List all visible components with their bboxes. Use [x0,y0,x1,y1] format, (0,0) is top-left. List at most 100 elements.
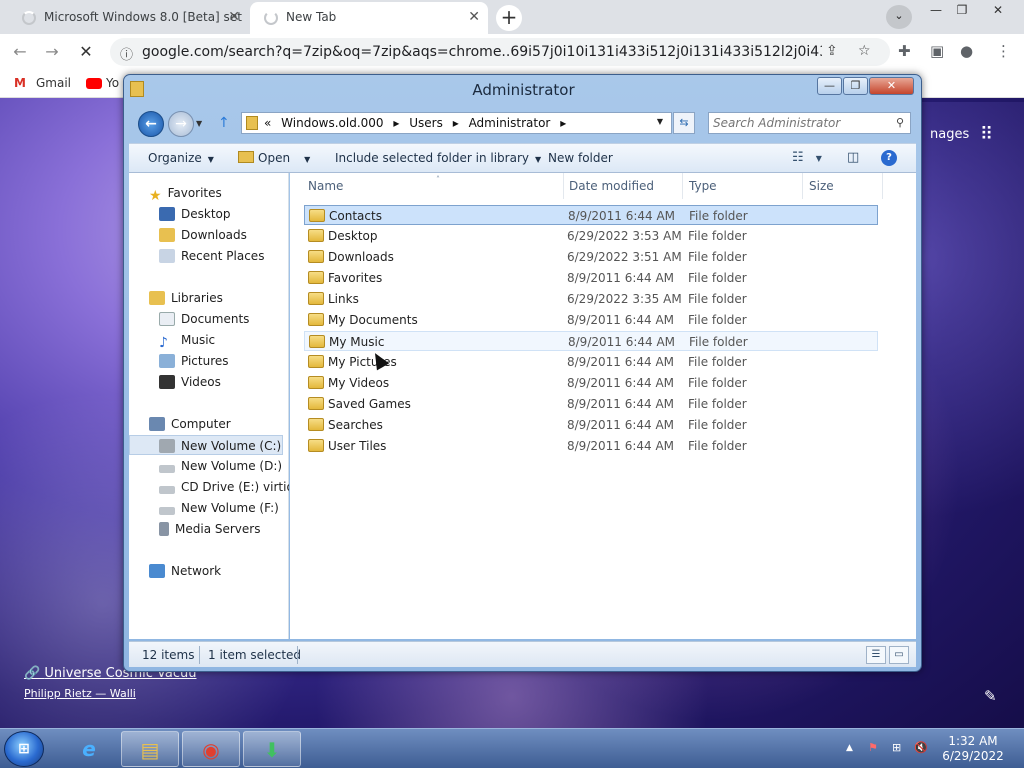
stop-icon[interactable]: ✕ [74,40,98,64]
nav-music[interactable]: ♪ Music [129,330,289,350]
include-in-library-button[interactable]: Include selected folder in library ▼ [335,151,541,165]
column-header-size[interactable]: Size [803,173,883,199]
menu-icon[interactable]: ⋮ [996,42,1011,60]
profile-icon[interactable]: ● [960,42,973,60]
nav-computer[interactable]: Computer [129,414,289,434]
images-link[interactable]: nages [930,127,969,142]
maximize-button[interactable]: ❐ [843,77,868,95]
search-box[interactable]: ⚲ [708,112,911,134]
file-row[interactable]: Favorites 8/9/2011 6:44 AM File folder [304,268,878,288]
nav-recent-places[interactable]: Recent Places [129,246,289,266]
file-row[interactable]: My Pictures 8/9/2011 6:44 AM File folder [304,352,878,372]
back-button[interactable]: ← [138,111,164,137]
history-dropdown-icon[interactable]: ▼ [196,119,202,128]
show-hidden-icons-button[interactable]: ▲ [846,743,853,753]
bookmark-youtube[interactable]: Yo [86,76,119,90]
new-tab-button[interactable]: + [496,5,522,31]
nav-network[interactable]: Network [129,561,289,581]
file-row[interactable]: Saved Games 8/9/2011 6:44 AM File folder [304,394,878,414]
nav-videos[interactable]: Videos [129,372,289,392]
breadcrumb-item[interactable]: Administrator [469,116,551,130]
new-folder-button[interactable]: New folder [548,151,613,165]
maximize-icon[interactable]: ❐ [947,0,977,22]
address-dropdown-icon[interactable]: ▼ [657,117,663,126]
column-header-type[interactable]: Type [683,173,803,199]
file-row[interactable]: My Videos 8/9/2011 6:44 AM File folder [304,373,878,393]
nav-drive-e[interactable]: CD Drive (E:) virtio-w [129,477,289,497]
forward-button[interactable]: → [168,111,194,137]
info-icon[interactable]: ⓘ [120,44,133,63]
folder-icon [308,397,324,410]
column-header-date[interactable]: Date modified [563,173,683,199]
nav-downloads[interactable]: Downloads [129,225,289,245]
organize-button[interactable]: Organize ▼ [148,151,214,165]
sidepanel-icon[interactable]: ▣ [930,42,944,60]
file-row[interactable]: Downloads 6/29/2022 3:51 AM File folder [304,247,878,267]
chrome-icon[interactable]: ◉ [182,731,240,767]
view-options-icon[interactable]: ☷ ▼ [792,150,822,165]
refresh-icon[interactable]: ⇆ [673,112,695,134]
nav-drive-c[interactable]: New Volume (C:) [129,435,283,455]
share-icon[interactable]: ⇪ [826,43,838,59]
download-manager-icon[interactable]: ⬇ [243,731,301,767]
breadcrumb-separator[interactable]: ▸ [453,116,459,130]
network-tray-icon[interactable]: ⊞ [892,741,901,754]
file-row[interactable]: My Music 8/9/2011 6:44 AM File folder [304,331,878,351]
search-input[interactable] [713,115,883,131]
large-icons-view-icon[interactable]: ▭ [889,646,909,664]
column-header-name[interactable]: Name ˄ [302,173,564,199]
address-bar[interactable]: ⓘ google.com/search?q=7zip&oq=7zip&aqs=c… [110,38,890,66]
clock[interactable]: 1:32 AM 6/29/2022 [938,734,1008,764]
nav-desktop[interactable]: Desktop [129,204,289,224]
up-icon[interactable]: ↑ [218,115,230,131]
bookmark-gmail[interactable]: M Gmail [14,76,71,90]
breadcrumb-separator[interactable]: ▸ [560,116,566,130]
search-icon[interactable]: ⚲ [896,116,904,129]
file-row[interactable]: Searches 8/9/2011 6:44 AM File folder [304,415,878,435]
preview-pane-icon[interactable]: ◫ [847,150,859,165]
start-button[interactable]: ⊞ [4,731,44,767]
file-row[interactable]: My Documents 8/9/2011 6:44 AM File folder [304,310,878,330]
extensions-icon[interactable]: ✚ [898,42,911,60]
tab-search-button[interactable]: ⌄ [886,5,912,29]
address-bar[interactable]: « Windows.old.000 ▸ Users ▸ Administrato… [241,112,672,134]
url-text[interactable]: google.com/search?q=7zip&oq=7zip&aqs=chr… [142,38,822,66]
close-button[interactable]: ✕ [869,77,914,95]
open-button[interactable]: Open ▼ [238,151,310,165]
nav-media-servers[interactable]: Media Servers [129,519,289,539]
internet-explorer-icon[interactable]: e [60,731,118,767]
breadcrumb-item[interactable]: Windows.old.000 [281,116,383,130]
breadcrumb-overflow[interactable]: « [264,116,271,130]
volume-muted-icon[interactable]: 🔇 [914,741,928,754]
music-icon: ♪ [159,335,168,350]
file-row[interactable]: Contacts 8/9/2011 6:44 AM File folder [304,205,878,225]
nav-drive-d[interactable]: New Volume (D:) [129,456,289,476]
nav-pictures[interactable]: Pictures [129,351,289,371]
close-tab-icon[interactable]: ✕ [468,2,480,32]
bookmark-label: Gmail [36,76,72,90]
forward-icon[interactable]: → [40,40,64,64]
tab-windows8[interactable]: Microsoft Windows 8.0 [Beta] set ✕ [8,2,248,34]
nav-favorites[interactable]: ★ Favorites [129,183,289,203]
nav-drive-f[interactable]: New Volume (F:) [129,498,289,518]
file-row[interactable]: Links 6/29/2022 3:35 AM File folder [304,289,878,309]
help-icon[interactable]: ? [881,150,897,166]
breadcrumb-item[interactable]: Users [409,116,443,130]
minimize-button[interactable]: — [817,77,842,95]
tab-new-tab[interactable]: New Tab ✕ [250,2,488,34]
nav-libraries[interactable]: Libraries [129,288,289,308]
back-icon[interactable]: ← [8,40,32,64]
customize-pencil-icon[interactable]: ✎ [984,687,997,705]
action-center-icon[interactable]: ⚑ [868,741,878,754]
close-tab-icon[interactable]: ✕ [228,2,240,32]
details-view-icon[interactable]: ☰ [866,646,886,664]
file-explorer-icon[interactable]: ▤ [121,731,179,767]
file-row[interactable]: Desktop 6/29/2022 3:53 AM File folder [304,226,878,246]
close-window-icon[interactable]: ✕ [983,0,1013,22]
nav-documents[interactable]: Documents [129,309,289,329]
breadcrumb-separator[interactable]: ▸ [393,116,399,130]
background-credit-author[interactable]: Philipp Rietz — Walli [24,687,136,700]
star-icon[interactable]: ☆ [858,43,871,59]
apps-grid-icon[interactable]: ⠿ [980,124,993,145]
file-row[interactable]: User Tiles 8/9/2011 6:44 AM File folder [304,436,878,456]
